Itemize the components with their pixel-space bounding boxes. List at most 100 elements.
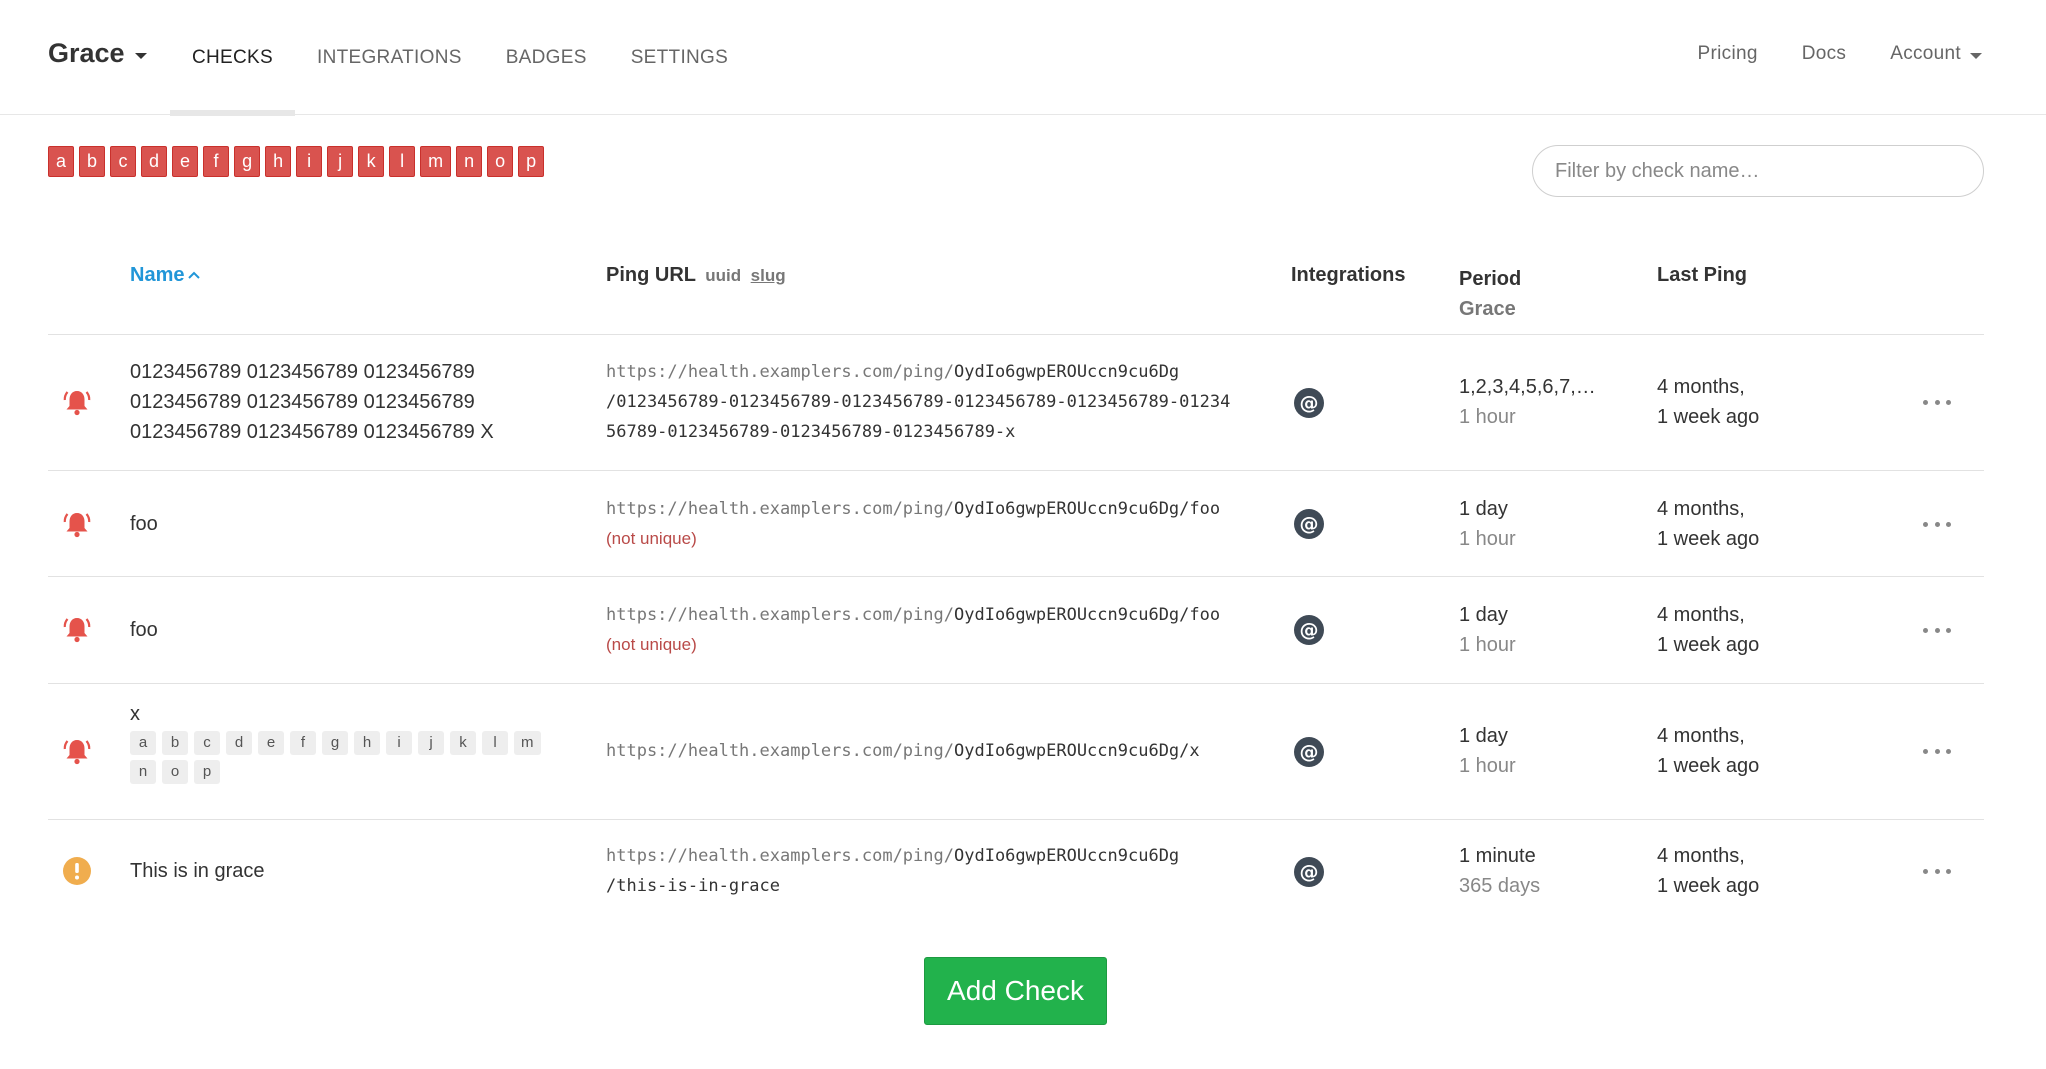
last-ping-line: 4 months,	[1657, 376, 1745, 398]
name-header-label: Name	[130, 264, 185, 286]
tag-filter-button[interactable]: f	[203, 146, 230, 177]
tag-filter-button[interactable]: n	[456, 146, 483, 177]
table-row[interactable]: This is in grace https://health.exampler…	[48, 820, 1984, 926]
ellipsis-icon[interactable]	[1923, 397, 1951, 407]
tag-filter-button[interactable]: j	[327, 146, 354, 177]
grace-value: 1 hour	[1459, 634, 1516, 656]
ping-url[interactable]: https://health.examplers.com/ping/OydIo6…	[606, 357, 1306, 447]
tag-chip: m	[514, 731, 541, 755]
ping-url[interactable]: https://health.examplers.com/ping/OydIo6…	[606, 494, 1306, 554]
nav-settings[interactable]: SETTINGS	[609, 0, 750, 115]
not-unique-note: (not unique)	[606, 529, 697, 548]
table-row[interactable]: foo https://health.examplers.com/ping/Oy…	[48, 471, 1984, 577]
svg-text:@: @	[1300, 861, 1319, 883]
ping-url-line: /this-is-in-grace	[606, 876, 780, 896]
ping-url-base: https://health.examplers.com/ping/	[606, 605, 954, 625]
table-row[interactable]: x a b c d e f g h i j k l m n o p https:…	[48, 684, 1984, 820]
last-ping-line: 1 week ago	[1657, 634, 1760, 656]
grace-header-label: Grace	[1459, 298, 1516, 320]
tag-filter-button[interactable]: d	[141, 146, 168, 177]
ping-url-id: OydIo6gwpEROUccn9cu6Dg/foo	[954, 499, 1221, 519]
period-cell: 1 day 1 hour	[1459, 494, 1516, 554]
check-name[interactable]: 0123456789 0123456789 0123456789 0123456…	[130, 357, 494, 447]
period-value: 1 day	[1459, 604, 1508, 626]
check-name[interactable]: foo	[130, 509, 158, 539]
at-sign-icon[interactable]: @	[1293, 508, 1325, 540]
ellipsis-icon[interactable]	[1923, 746, 1951, 756]
ping-url[interactable]: https://health.examplers.com/ping/OydIo6…	[606, 600, 1306, 660]
tag-filter-button[interactable]: g	[234, 146, 261, 177]
sort-by-name-header[interactable]: Name	[130, 264, 201, 287]
tag-filter-button[interactable]: b	[79, 146, 106, 177]
svg-text:@: @	[1300, 513, 1319, 535]
ping-url[interactable]: https://health.examplers.com/ping/OydIo6…	[606, 841, 1306, 901]
tag-chip: o	[162, 760, 188, 784]
ping-url-id: OydIo6gwpEROUccn9cu6Dg	[954, 846, 1180, 866]
svg-text:@: @	[1300, 392, 1319, 414]
last-ping-line: 1 week ago	[1657, 528, 1760, 550]
bell-icon	[63, 740, 91, 765]
tag-filter-button[interactable]: o	[487, 146, 514, 177]
tag-filter-button[interactable]: p	[518, 146, 545, 177]
grace-value: 365 days	[1459, 875, 1541, 897]
table-row[interactable]: 0123456789 0123456789 0123456789 0123456…	[48, 335, 1984, 471]
tag-chip: e	[258, 731, 284, 755]
last-ping-cell: 4 months, 1 week ago	[1657, 494, 1759, 554]
tag-filter-button[interactable]: i	[296, 146, 323, 177]
project-name: Grace	[48, 38, 125, 68]
tag-filter-button[interactable]: c	[110, 146, 137, 177]
last-ping-cell: 4 months, 1 week ago	[1657, 841, 1759, 901]
tag-chip: p	[194, 760, 220, 784]
last-ping-line: 4 months,	[1657, 845, 1745, 867]
last-ping-line: 1 week ago	[1657, 875, 1760, 897]
nav-docs[interactable]: Docs	[1780, 0, 1869, 107]
tag-chip: c	[194, 731, 220, 755]
grace-value: 1 hour	[1459, 755, 1516, 777]
last-ping-line: 1 week ago	[1657, 406, 1760, 428]
tag-filter-button[interactable]: a	[48, 146, 75, 177]
ping-url[interactable]: https://health.examplers.com/ping/OydIo6…	[606, 736, 1306, 766]
at-sign-icon[interactable]: @	[1293, 736, 1325, 768]
table-row[interactable]: foo https://health.examplers.com/ping/Oy…	[48, 577, 1984, 684]
nav-account[interactable]: Account	[1868, 0, 2004, 107]
period-value: 1,2,3,4,5,6,7,…	[1459, 376, 1596, 398]
at-sign-icon[interactable]: @	[1293, 387, 1325, 419]
at-sign-icon[interactable]: @	[1293, 614, 1325, 646]
check-name[interactable]: foo	[130, 615, 158, 645]
ping-url-header-label: Ping URL	[606, 264, 696, 286]
last-ping-line: 4 months,	[1657, 604, 1745, 626]
table-header: Name Ping URL uuid slug Integrations Per…	[48, 252, 1984, 335]
check-name[interactable]: x a b c d e f g h i j k l m n o p	[130, 699, 560, 784]
tag-filter-button[interactable]: e	[172, 146, 199, 177]
tag-filter-button[interactable]: k	[358, 146, 385, 177]
bell-icon	[63, 618, 91, 643]
integrations-header: Integrations	[1291, 264, 1406, 286]
filter-checks-input[interactable]	[1532, 145, 1984, 197]
ellipsis-icon[interactable]	[1923, 625, 1951, 635]
check-name[interactable]: This is in grace	[130, 856, 265, 886]
tag-chip: i	[386, 731, 412, 755]
tag-filter-button[interactable]: m	[420, 146, 452, 177]
ping-url-id: OydIo6gwpEROUccn9cu6Dg	[954, 362, 1180, 382]
nav-badges[interactable]: BADGES	[484, 0, 609, 115]
nav-pricing[interactable]: Pricing	[1676, 0, 1780, 107]
ellipsis-icon[interactable]	[1923, 519, 1951, 529]
at-sign-icon[interactable]: @	[1293, 856, 1325, 888]
nav-integrations[interactable]: INTEGRATIONS	[295, 0, 484, 115]
url-mode-slug[interactable]: slug	[751, 266, 786, 285]
project-switcher[interactable]: Grace	[48, 38, 147, 69]
ellipsis-icon[interactable]	[1923, 866, 1951, 876]
not-unique-note: (not unique)	[606, 635, 697, 654]
ping-url-header: Ping URL uuid slug	[606, 264, 786, 287]
tag-chip: k	[450, 731, 476, 755]
grace-value: 1 hour	[1459, 406, 1516, 428]
last-ping-cell: 4 months, 1 week ago	[1657, 372, 1759, 432]
check-tags: a b c d e f g h i j k l m n o p	[130, 731, 560, 784]
secondary-nav: Pricing Docs Account	[1676, 0, 2004, 107]
tag-filter-button[interactable]: h	[265, 146, 292, 177]
add-check-button[interactable]: Add Check	[924, 957, 1107, 1025]
tag-filter-button[interactable]: l	[389, 146, 416, 177]
url-mode-uuid[interactable]: uuid	[705, 266, 741, 285]
nav-checks[interactable]: CHECKS	[170, 0, 295, 116]
ping-url-id: OydIo6gwpEROUccn9cu6Dg/foo	[954, 605, 1221, 625]
